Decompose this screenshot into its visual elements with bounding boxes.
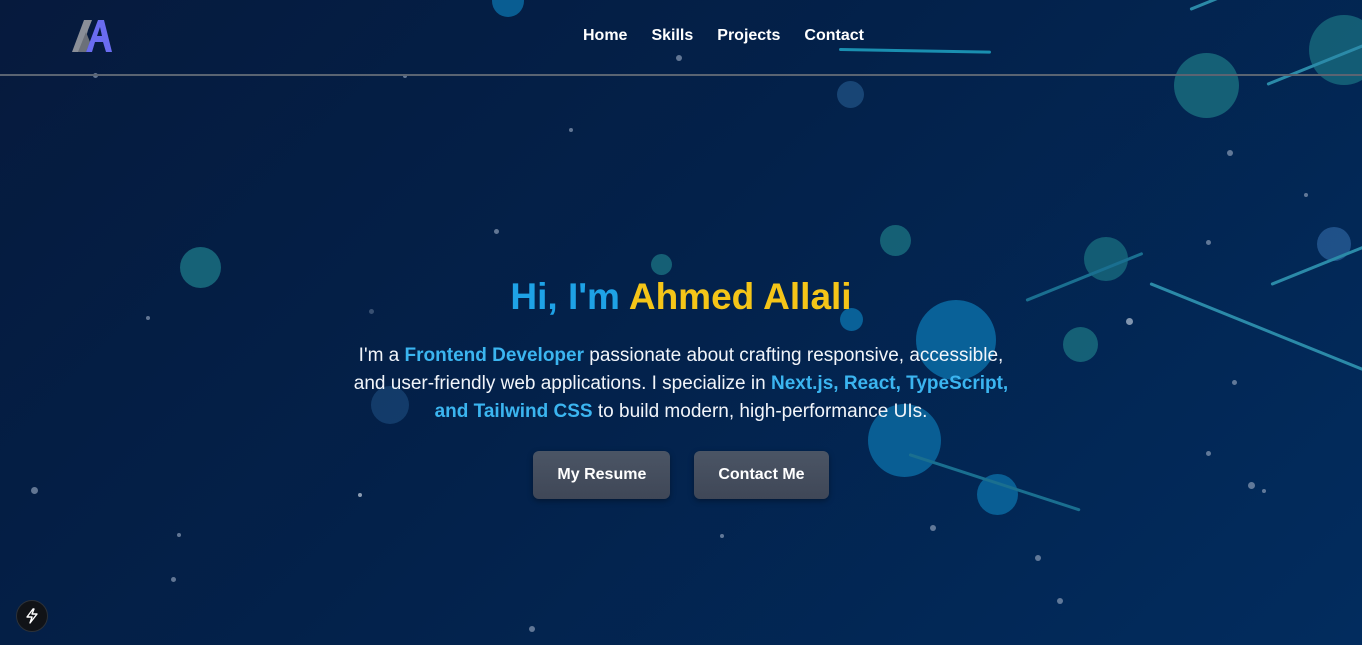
- hero-title: Hi, I'm Ahmed Allali: [0, 272, 1362, 322]
- bubble: [880, 225, 911, 256]
- dot: [1206, 240, 1211, 245]
- dot: [720, 534, 724, 538]
- dot: [1057, 598, 1063, 604]
- hero-section: Hi, I'm Ahmed Allali I'm a Frontend Deve…: [0, 272, 1362, 499]
- dot: [1304, 193, 1308, 197]
- desc-text: to build modern, high-performance UIs.: [592, 401, 928, 422]
- contact-me-button[interactable]: Contact Me: [694, 451, 829, 499]
- hero-name: Ahmed Allali: [628, 276, 852, 317]
- hero-description: I'm a Frontend Developer passionate abou…: [351, 342, 1011, 426]
- dot: [177, 533, 181, 537]
- dot: [529, 626, 535, 632]
- main-nav: Home Skills Projects Contact: [583, 26, 864, 46]
- dot: [930, 525, 936, 531]
- logo-icon[interactable]: [72, 18, 116, 54]
- hero-buttons: My Resume Contact Me: [0, 451, 1362, 499]
- lightning-bolt-icon[interactable]: [16, 600, 48, 632]
- dot: [1227, 150, 1233, 156]
- dot: [171, 577, 176, 582]
- dot: [569, 128, 573, 132]
- desc-highlight-role: Frontend Developer: [404, 345, 585, 366]
- bubble: [837, 81, 864, 108]
- bubble: [1317, 227, 1351, 261]
- desc-text: I'm a: [358, 345, 405, 366]
- nav-link-contact[interactable]: Contact: [804, 26, 864, 46]
- dot: [494, 229, 499, 234]
- nav-link-home[interactable]: Home: [583, 26, 627, 46]
- resume-button[interactable]: My Resume: [533, 451, 671, 499]
- hero-greeting: Hi, I'm: [510, 276, 620, 317]
- nav-link-projects[interactable]: Projects: [717, 26, 780, 46]
- nav-link-skills[interactable]: Skills: [651, 26, 693, 46]
- dot: [1035, 555, 1041, 561]
- site-header: Home Skills Projects Contact: [0, 0, 1362, 76]
